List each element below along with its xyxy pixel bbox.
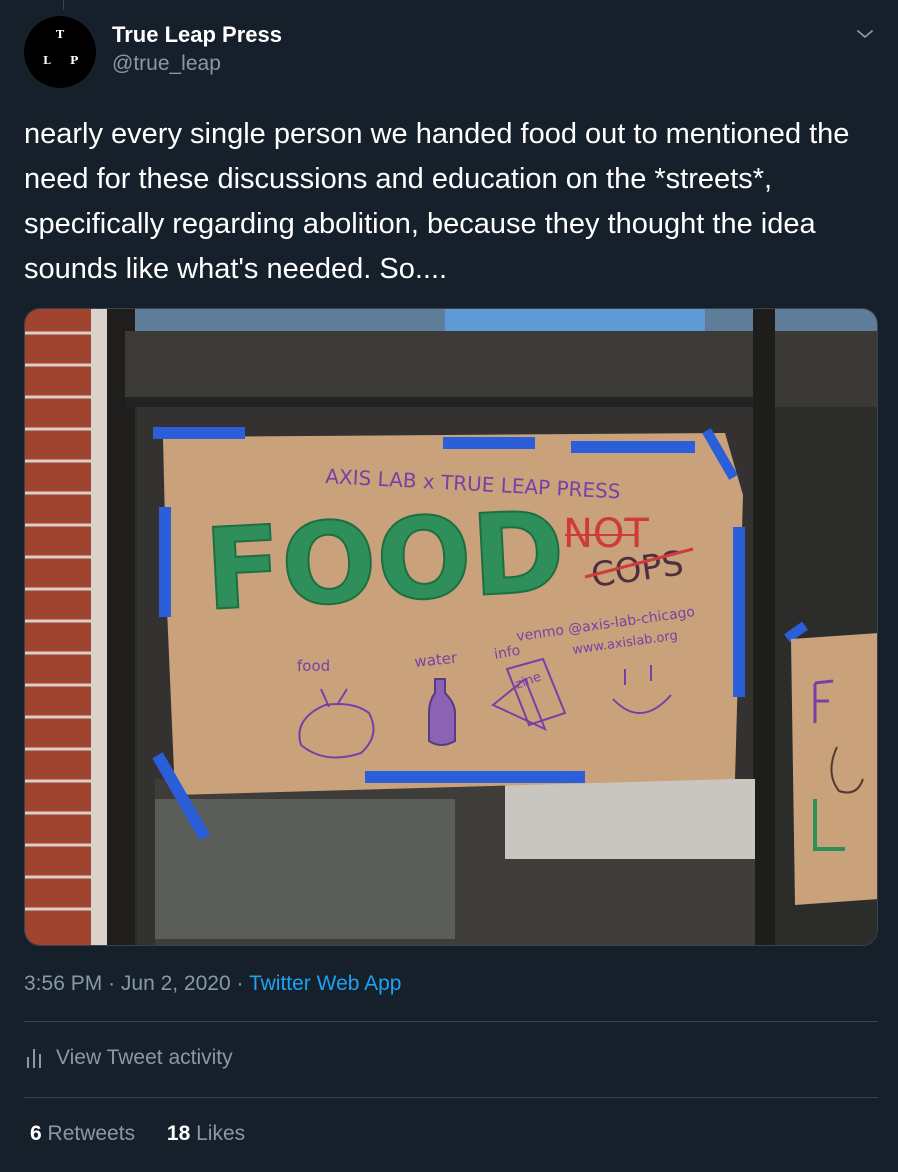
divider — [24, 1097, 878, 1098]
sign-label-food: food — [297, 657, 330, 675]
tweet-photo[interactable]: AXIS LAB x TRUE LEAP PRESS FOOD NOT COPS… — [24, 308, 878, 946]
view-tweet-activity-link[interactable]: View Tweet activity — [24, 1046, 233, 1070]
avatar-letter-t: T — [56, 28, 65, 41]
meta-separator: · — [236, 972, 249, 995]
divider — [24, 1021, 878, 1022]
author-name[interactable]: True Leap Press — [112, 22, 282, 48]
sign-food: FOOD — [202, 487, 568, 636]
tweet-meta: 3:56 PM · Jun 2, 2020 · Twitter Web App — [24, 972, 401, 996]
view-tweet-activity-label: View Tweet activity — [56, 1046, 233, 1069]
thread-line — [63, 0, 64, 10]
retweets-count: 6 — [30, 1122, 42, 1145]
tweet-source-link[interactable]: Twitter Web App — [249, 972, 402, 995]
avatar-letter-l: L — [43, 54, 51, 67]
bar-chart-icon — [27, 1049, 41, 1068]
tweet-time[interactable]: 3:56 PM — [24, 972, 102, 995]
likes-stat[interactable]: 18 Likes — [167, 1122, 245, 1146]
author-handle[interactable]: @true_leap — [112, 52, 221, 76]
chevron-down-icon[interactable] — [853, 22, 877, 46]
avatar-letter-p: P — [70, 54, 79, 67]
avatar[interactable]: T L P — [24, 16, 96, 88]
retweets-stat[interactable]: 6 Retweets — [30, 1122, 135, 1146]
retweets-label: Retweets — [47, 1122, 136, 1145]
likes-label: Likes — [196, 1122, 246, 1145]
second-sign — [791, 633, 877, 905]
tweet-date[interactable]: Jun 2, 2020 — [121, 972, 231, 995]
tweet-text: nearly every single person we handed foo… — [24, 118, 850, 285]
meta-separator: · — [108, 972, 121, 995]
tweet-stats: 6 Retweets 18 Likes — [30, 1122, 271, 1146]
likes-count: 18 — [166, 1122, 191, 1145]
